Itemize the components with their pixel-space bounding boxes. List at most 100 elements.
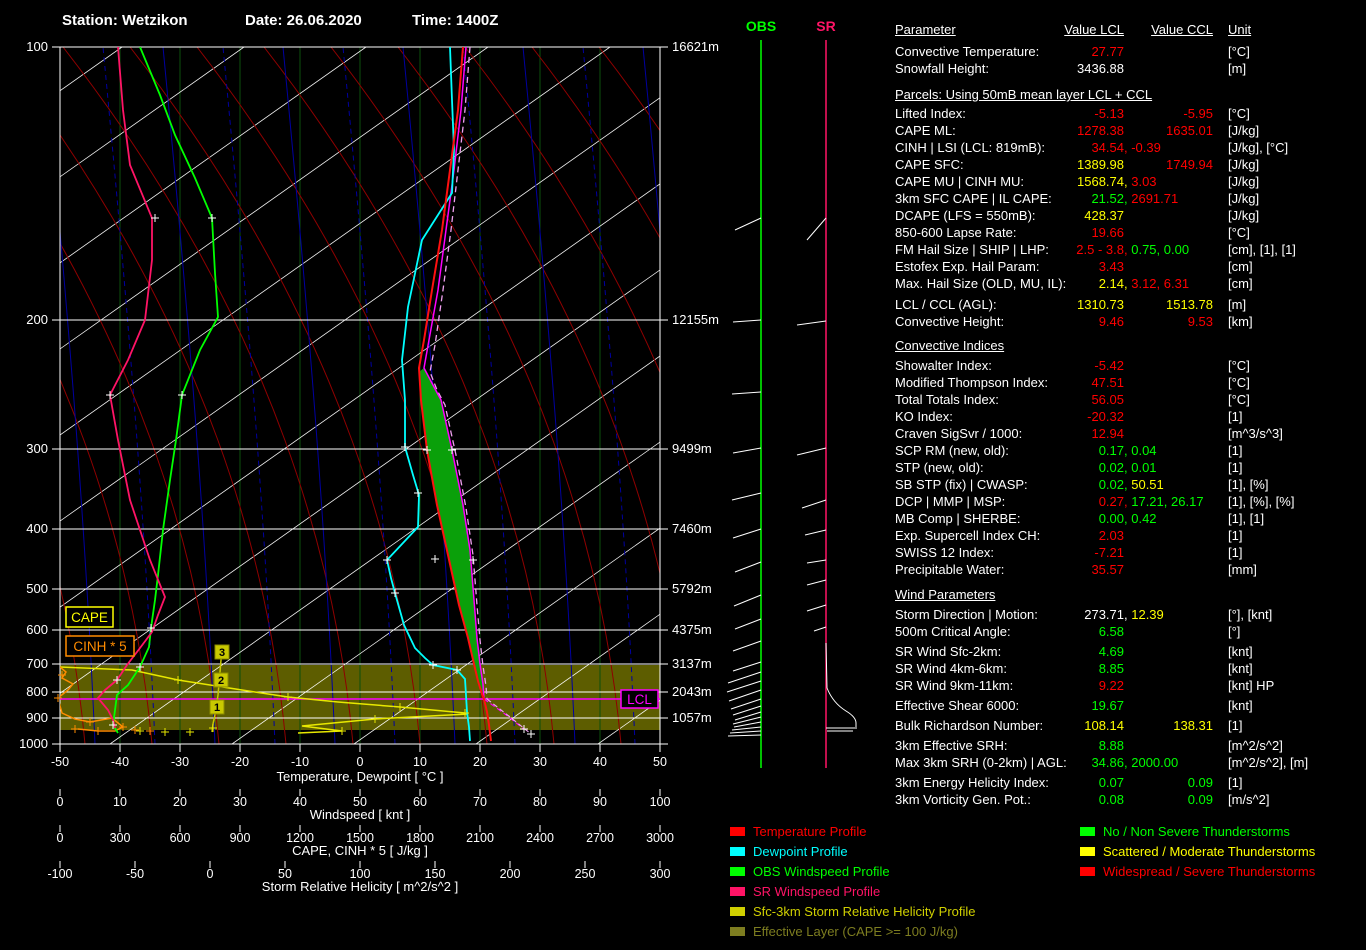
table-row: Exp. Supercell Index CH: 2.03 [1] — [895, 528, 1366, 544]
table-row: Lifted Index: -5.13 -5.95 [°C] — [895, 106, 1366, 122]
unit-label: [°C] — [1228, 392, 1250, 407]
tick-label: 30 — [533, 755, 547, 769]
value-lcl: 0.02 — [1098, 477, 1124, 492]
axis-title: Windspeed [ knt ] — [310, 807, 410, 822]
legend-swatch-icon — [730, 847, 745, 856]
sr-wind-column: SR — [796, 18, 857, 768]
value-extra: , 17.21, 26.17 — [1124, 494, 1204, 509]
axis-srh: -100 -50 0 50 100 150 200 250 300Storm Relative … — [47, 861, 670, 894]
unit-label: [m/s^2] — [1228, 792, 1270, 807]
unit-label: [m^2/s^2] — [1228, 738, 1283, 753]
cape-label: CAPE — [65, 606, 114, 628]
tick-label: 20 — [173, 795, 187, 809]
unit-label: [1] — [1228, 718, 1243, 733]
pressure-label: 500 — [26, 581, 48, 596]
value-lcl: 0.00 — [1098, 511, 1124, 526]
tick-label: -30 — [171, 755, 189, 769]
value-lcl: 1278.38 — [1077, 123, 1124, 138]
lcl-label: LCL — [620, 689, 659, 709]
legend-swatch-icon — [1080, 847, 1095, 856]
col-header-unit: Unit — [1228, 22, 1252, 37]
table-row: SR Wind 9km-11km: 9.22 [knt] HP — [895, 678, 1366, 694]
table-row: Convective Indices — [895, 338, 1366, 354]
tick-label: 40 — [593, 755, 607, 769]
section-header: Wind Parameters — [895, 587, 996, 602]
unit-label: [°] — [1228, 624, 1241, 639]
value-ccl: 0.09 — [1187, 775, 1213, 790]
value-lcl: 6.58 — [1098, 624, 1124, 639]
value-lcl: 9.22 — [1098, 678, 1124, 693]
value-lcl: 47.51 — [1091, 375, 1124, 390]
table-row: KO Index: -20.32 [1] — [895, 409, 1366, 425]
unit-label: [°C] — [1228, 225, 1250, 240]
tick-label: 30 — [233, 795, 247, 809]
value-extra: , 2000.00 — [1124, 755, 1179, 770]
legend-swatch-icon — [1080, 827, 1095, 836]
value-lcl: 12.94 — [1091, 426, 1124, 441]
value-ccl: 138.31 — [1173, 718, 1213, 733]
unit-label: [J/kg] — [1228, 208, 1260, 223]
value-lcl: 19.67 — [1091, 698, 1124, 713]
table-row: Snowfall Height: 3436.88 [m] — [895, 61, 1366, 77]
value-lcl: 19.66 — [1091, 225, 1124, 240]
unit-label: [m] — [1228, 297, 1247, 312]
col-header-value-ccl: Value CCL — [1151, 22, 1213, 37]
table-row: 3km Effective SRH: 8.88 [m^2/s^2] — [895, 738, 1366, 754]
table-row: Bulk Richardson Number: 108.14 138.31 [1] — [895, 718, 1366, 734]
unit-label: [1], [1] — [1228, 511, 1265, 526]
svg-text:3: 3 — [219, 647, 225, 659]
obs-wind-column-label: OBS — [746, 18, 776, 34]
tick-label: -50 — [51, 755, 69, 769]
cinh-label: CINH * 5 — [65, 635, 135, 657]
unit-label: [knt] — [1228, 698, 1253, 713]
value-lcl: 0.08 — [1098, 792, 1124, 807]
value-ccl: -5.95 — [1183, 106, 1213, 121]
value-lcl: -5.42 — [1094, 358, 1124, 373]
legend-swatch-icon — [730, 887, 745, 896]
value-lcl: 2.03 — [1098, 528, 1124, 543]
tick-label: 200 — [500, 867, 521, 881]
value-lcl: 2.5 - 3.8 — [1076, 242, 1124, 257]
altitude-label: 5792m — [672, 581, 712, 596]
tick-label: 0 — [357, 755, 364, 769]
table-row: Parameter Value LCL Value CCL Unit — [895, 22, 1366, 38]
unit-label: [J/kg] — [1228, 123, 1260, 138]
value-lcl: 0.17 — [1098, 443, 1124, 458]
legend-swatch-icon — [730, 827, 745, 836]
table-row: CAPE ML: 1278.38 1635.01 [J/kg] — [895, 123, 1366, 139]
tick-label: -20 — [231, 755, 249, 769]
table-row: CAPE MU | CINH MU: 1568.74, 3.03 [J/kg] — [895, 174, 1366, 190]
table-row: Estofex Exp. Hail Param: 3.43 [cm] — [895, 259, 1366, 275]
value-lcl: 56.05 — [1091, 392, 1124, 407]
table-row: Storm Direction | Motion: 273.71, 12.39 [°… — [895, 607, 1366, 623]
table-row: Max 3km SRH (0-2km) | AGL: 34.86, 2000.00… — [895, 755, 1366, 771]
tick-label: 10 — [413, 755, 427, 769]
value-extra: , 50.51 — [1124, 477, 1164, 492]
value-lcl: 273.71 — [1084, 607, 1124, 622]
tick-label: 70 — [473, 795, 487, 809]
value-lcl: -7.21 — [1094, 545, 1124, 560]
legend-label: OBS Windspeed Profile — [753, 864, 890, 879]
value-lcl: 8.88 — [1098, 738, 1124, 753]
value-lcl: 3.43 — [1098, 259, 1124, 274]
profile-markers — [54, 214, 535, 738]
unit-label: [knt] — [1228, 644, 1253, 659]
value-lcl: 3436.88 — [1077, 61, 1124, 76]
table-row: CAPE SFC: 1389.98 1749.94 [J/kg] — [895, 157, 1366, 173]
legend-swatch-icon — [730, 927, 745, 936]
legend-profiles-item: OBS Windspeed Profile — [730, 864, 890, 879]
tick-label: 100 — [650, 795, 671, 809]
table-row: Max. Hail Size (OLD, MU, IL): 2.14, 3.12,… — [895, 276, 1366, 292]
value-lcl: 1568.74 — [1077, 174, 1124, 189]
table-row: CINH | LSI (LCL: 819mB): 34.54, -0.39 [J/k… — [895, 140, 1366, 156]
value-lcl: 2.14 — [1098, 276, 1124, 291]
legend-severity-item: Widespread / Severe Thunderstorms — [1080, 864, 1315, 879]
table-row: LCL / CCL (AGL): 1310.73 1513.78 [m] — [895, 297, 1366, 313]
table-row: Showalter Index: -5.42 [°C] — [895, 358, 1366, 374]
unit-label: [1] — [1228, 545, 1243, 560]
legend-label: SR Windspeed Profile — [753, 884, 881, 899]
svg-text:CINH * 5: CINH * 5 — [73, 639, 126, 654]
table-row: 3km Energy Helicity Index: 0.07 0.09 [1] — [895, 775, 1366, 791]
tick-label: 2700 — [586, 831, 614, 845]
legend-label: Effective Layer (CAPE >= 100 J/kg) — [753, 924, 958, 939]
